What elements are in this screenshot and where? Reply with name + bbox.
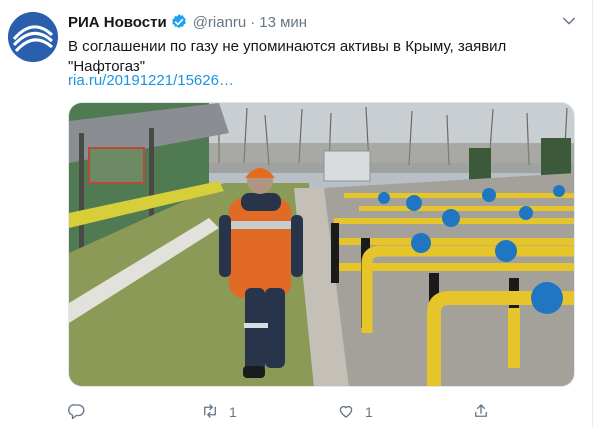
avatar[interactable] xyxy=(8,12,58,62)
heart-icon xyxy=(337,402,355,423)
retweet-button[interactable]: 1 xyxy=(201,400,237,424)
chevron-down-icon[interactable] xyxy=(560,12,578,30)
share-icon xyxy=(472,402,490,423)
header-separator: · xyxy=(250,13,256,31)
author-name[interactable]: РИА Новости xyxy=(68,14,167,31)
timeline-divider xyxy=(592,0,593,427)
reply-button[interactable] xyxy=(68,400,86,424)
verified-badge-icon xyxy=(170,13,188,31)
tweet-timestamp[interactable]: 13 мин xyxy=(259,14,307,31)
like-count: 1 xyxy=(365,404,373,420)
tweet-header: РИА Новости @rianru · 13 мин xyxy=(68,11,307,33)
share-button[interactable] xyxy=(472,400,490,424)
retweet-icon xyxy=(201,402,219,423)
reply-icon xyxy=(68,402,86,423)
tweet-photo[interactable] xyxy=(68,102,575,387)
gas-facility-photo xyxy=(69,103,574,386)
ria-logo-icon xyxy=(8,12,58,62)
like-button[interactable]: 1 xyxy=(337,400,373,424)
tweet-link[interactable]: ria.ru/20191221/15626… xyxy=(68,71,234,91)
tweet-actions: 1 1 xyxy=(0,400,607,424)
author-handle[interactable]: @rianru xyxy=(193,14,247,31)
retweet-count: 1 xyxy=(229,404,237,420)
